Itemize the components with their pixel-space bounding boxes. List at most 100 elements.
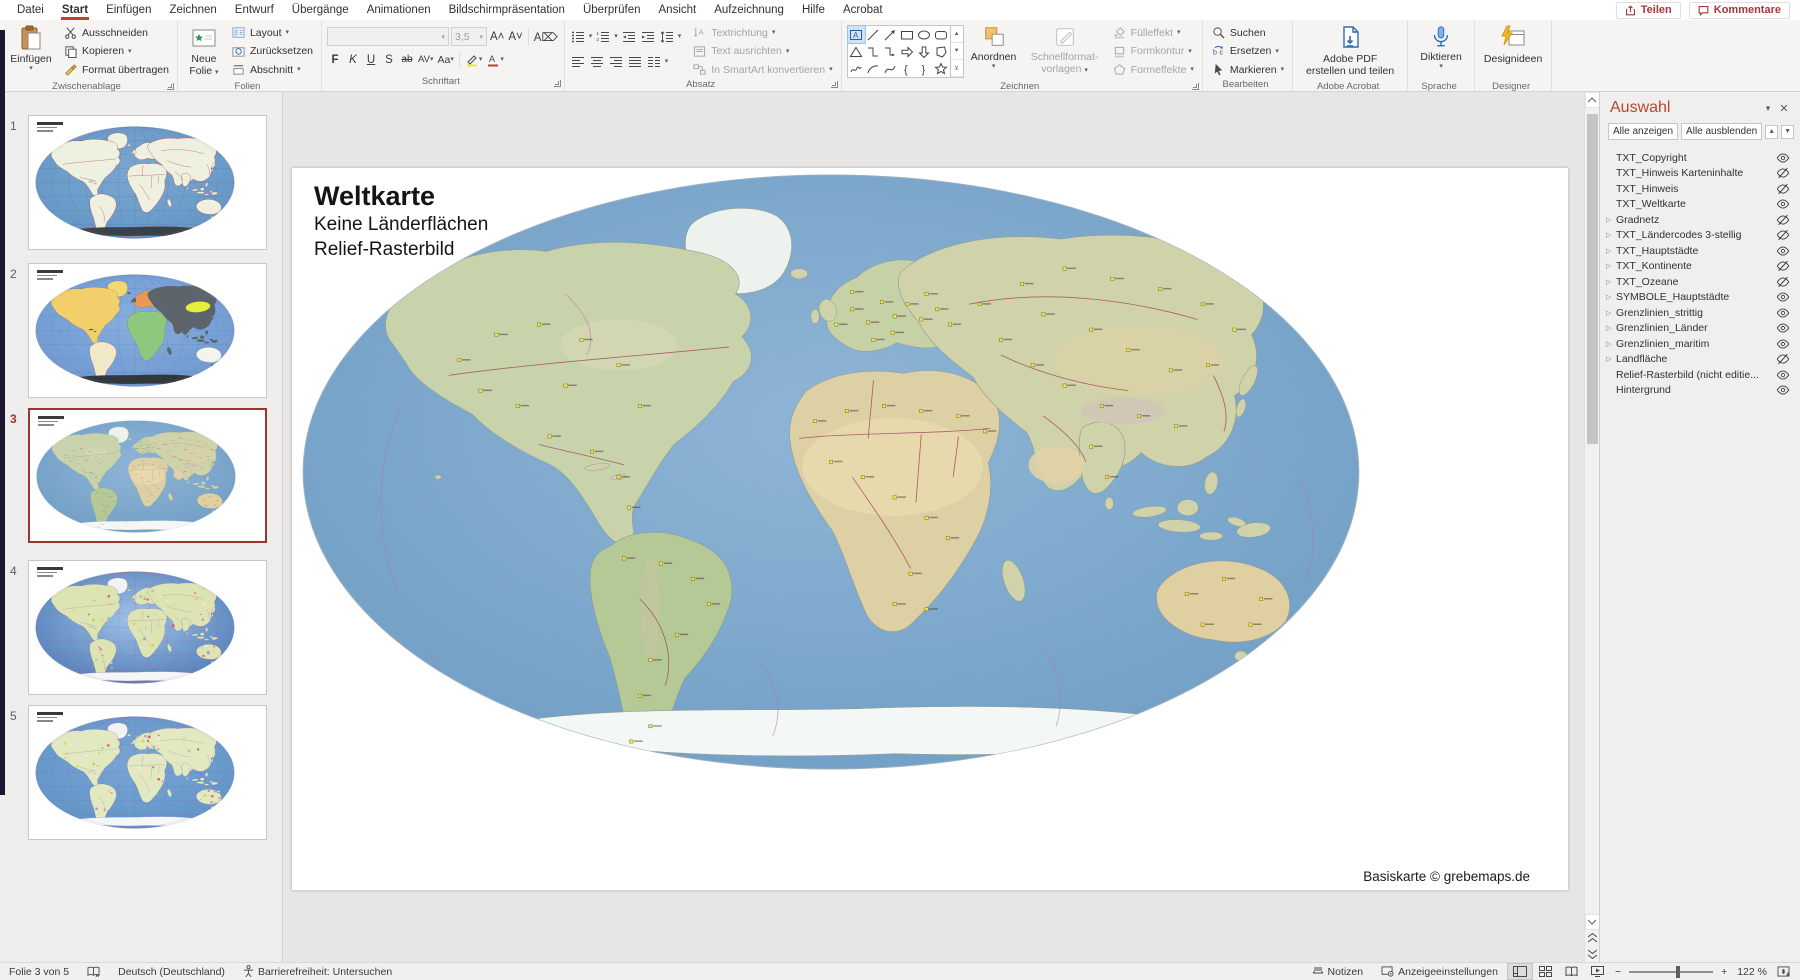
language-indicator[interactable]: Deutsch (Deutschland)	[109, 963, 234, 980]
align-center-button[interactable]	[589, 53, 605, 70]
increase-indent-button[interactable]	[640, 28, 656, 45]
select-button[interactable]: Markieren▾	[1208, 61, 1287, 78]
replace-button[interactable]: bc Ersetzen▾	[1208, 43, 1287, 60]
bold-button[interactable]: F	[327, 51, 343, 68]
slide-thumbnail-4[interactable]	[28, 560, 267, 695]
adobe-pdf-button[interactable]: Adobe PDFerstellen und teilen	[1298, 23, 1402, 81]
menu-tab-datei[interactable]: Datei	[8, 0, 53, 20]
menu-tab-bergnge[interactable]: Übergänge	[283, 0, 358, 20]
visibility-on-toggle[interactable]	[1772, 198, 1794, 210]
shape-right-brace-button[interactable]: }	[916, 60, 933, 77]
visibility-off-toggle[interactable]	[1772, 183, 1794, 195]
expand-arrow-icon[interactable]: ▷	[1606, 216, 1616, 224]
menu-tab-bildschirmprsentation[interactable]: Bildschirmpräsentation	[440, 0, 574, 20]
paste-button[interactable]: Einfügen ▾	[5, 23, 57, 81]
visibility-on-toggle[interactable]	[1772, 338, 1794, 350]
world-map[interactable]	[300, 172, 1362, 772]
italic-button[interactable]: K	[345, 51, 361, 68]
menu-tab-entwurf[interactable]: Entwurf	[226, 0, 283, 20]
scrollbar-track[interactable]	[1585, 108, 1600, 914]
slide-thumbnail-1[interactable]	[28, 115, 267, 250]
increase-font-button[interactable]: A˄	[489, 28, 505, 45]
copy-button[interactable]: Kopieren ▾	[60, 43, 172, 60]
shape-triangle-button[interactable]	[848, 43, 865, 60]
visibility-on-toggle[interactable]	[1772, 322, 1794, 334]
reset-button[interactable]: Zurücksetzen	[228, 43, 316, 60]
shape-effects-button[interactable]: Formeffekte▾	[1109, 61, 1197, 78]
decrease-indent-button[interactable]	[621, 28, 637, 45]
show-all-button[interactable]: Alle anzeigen	[1608, 123, 1678, 140]
view-reading-button[interactable]	[1559, 963, 1585, 980]
visibility-on-toggle[interactable]	[1772, 291, 1794, 303]
send-backward-button[interactable]: ▼	[1781, 125, 1794, 139]
font-name-select[interactable]: ▾	[327, 27, 449, 46]
scroll-down-button[interactable]	[1585, 914, 1600, 930]
underline-button[interactable]: U	[363, 51, 379, 68]
spelling-button[interactable]	[78, 963, 109, 980]
quick-styles-button[interactable]: Schnellformat-vorlagen ▾	[1024, 23, 1106, 81]
visibility-on-toggle[interactable]	[1772, 369, 1794, 381]
slide-thumbnail-3[interactable]	[28, 408, 267, 543]
line-spacing-button[interactable]	[659, 28, 675, 45]
notes-button[interactable]: Notizen	[1303, 963, 1373, 980]
expand-arrow-icon[interactable]: ▷	[1606, 340, 1616, 348]
clear-formatting-button[interactable]: A⌦	[533, 28, 559, 45]
scroll-up-button[interactable]	[1585, 92, 1600, 108]
visibility-off-toggle[interactable]	[1772, 276, 1794, 288]
cut-button[interactable]: Ausschneiden	[60, 24, 172, 41]
visibility-off-toggle[interactable]	[1772, 229, 1794, 241]
visibility-on-toggle[interactable]	[1772, 307, 1794, 319]
menu-tab-ansicht[interactable]: Ansicht	[650, 0, 706, 20]
shape-star-button[interactable]	[933, 60, 950, 77]
decrease-font-button[interactable]: A˅	[507, 28, 523, 45]
justify-button[interactable]	[627, 53, 643, 70]
expand-arrow-icon[interactable]: ▷	[1606, 278, 1616, 286]
numbering-button[interactable]: 12	[595, 28, 611, 45]
arrange-button[interactable]: Anordnen ▾	[967, 23, 1021, 81]
selection-item-Hintergrund[interactable]: Hintergrund	[1600, 383, 1800, 399]
pane-close-button[interactable]: ✕	[1776, 102, 1792, 115]
shapes-gallery-scroll[interactable]: ▲▼⊻	[950, 26, 963, 77]
dialog-launcher[interactable]	[167, 83, 174, 90]
selection-item-TXT-Hinweis-Karteninhalte[interactable]: TXT_Hinweis Karteninhalte	[1600, 166, 1800, 182]
menu-tab-berprfen[interactable]: Überprüfen	[574, 0, 650, 20]
view-slideshow-button[interactable]	[1585, 963, 1611, 980]
shape-outline-button[interactable]: Formkontur▾	[1109, 43, 1197, 60]
expand-arrow-icon[interactable]: ▷	[1606, 324, 1616, 332]
slide-title-block[interactable]: Weltkarte Keine Länderflächen Relief-Ras…	[314, 180, 488, 262]
visibility-on-toggle[interactable]	[1772, 245, 1794, 257]
dialog-launcher[interactable]	[554, 80, 561, 87]
slide[interactable]: Weltkarte Keine Länderflächen Relief-Ras…	[292, 168, 1568, 890]
char-spacing-button[interactable]: AV▾	[417, 51, 434, 68]
next-slide-button[interactable]	[1585, 946, 1600, 962]
align-text-button[interactable]: Text ausrichten▾	[689, 43, 835, 60]
visibility-off-toggle[interactable]	[1772, 167, 1794, 179]
zoom-in-button[interactable]: +	[1717, 963, 1731, 980]
zoom-level[interactable]: 122 %	[1731, 963, 1773, 980]
shape-fill-button[interactable]: Fülleffekt▾	[1109, 24, 1197, 41]
expand-arrow-icon[interactable]: ▷	[1606, 355, 1616, 363]
shape-scribble-button[interactable]	[848, 60, 865, 77]
shape-rectangle-button[interactable]	[899, 26, 916, 43]
highlight-color-button[interactable]: ▾	[464, 51, 484, 68]
pane-options-button[interactable]: ▾	[1760, 103, 1776, 114]
menu-tab-animationen[interactable]: Animationen	[358, 0, 440, 20]
format-painter-button[interactable]: Format übertragen	[60, 61, 172, 78]
menu-tab-zeichnen[interactable]: Zeichnen	[160, 0, 225, 20]
visibility-off-toggle[interactable]	[1772, 260, 1794, 272]
display-settings-button[interactable]: Anzeigeeinstellungen	[1372, 963, 1507, 980]
shape-right-arrow-button[interactable]	[899, 43, 916, 60]
selection-item-TXT-Hinweis[interactable]: TXT_Hinweis	[1600, 181, 1800, 197]
columns-button[interactable]	[646, 53, 662, 70]
shape-down-arrow-button[interactable]	[916, 43, 933, 60]
align-left-button[interactable]	[570, 53, 586, 70]
comments-button[interactable]: Kommentare	[1689, 2, 1790, 19]
expand-arrow-icon[interactable]: ▷	[1606, 231, 1616, 239]
visibility-off-toggle[interactable]	[1772, 214, 1794, 226]
shape-textbox-button[interactable]: A	[848, 26, 865, 43]
text-direction-button[interactable]: A Textrichtung▾	[689, 24, 835, 41]
shape-elbow-connector-button[interactable]	[865, 43, 882, 60]
selection-item-Grenzlinien-maritim[interactable]: ▷ Grenzlinien_maritim	[1600, 336, 1800, 352]
selection-item-TXT-Copyright[interactable]: TXT_Copyright	[1600, 150, 1800, 166]
shape-arrow-button[interactable]	[882, 26, 899, 43]
